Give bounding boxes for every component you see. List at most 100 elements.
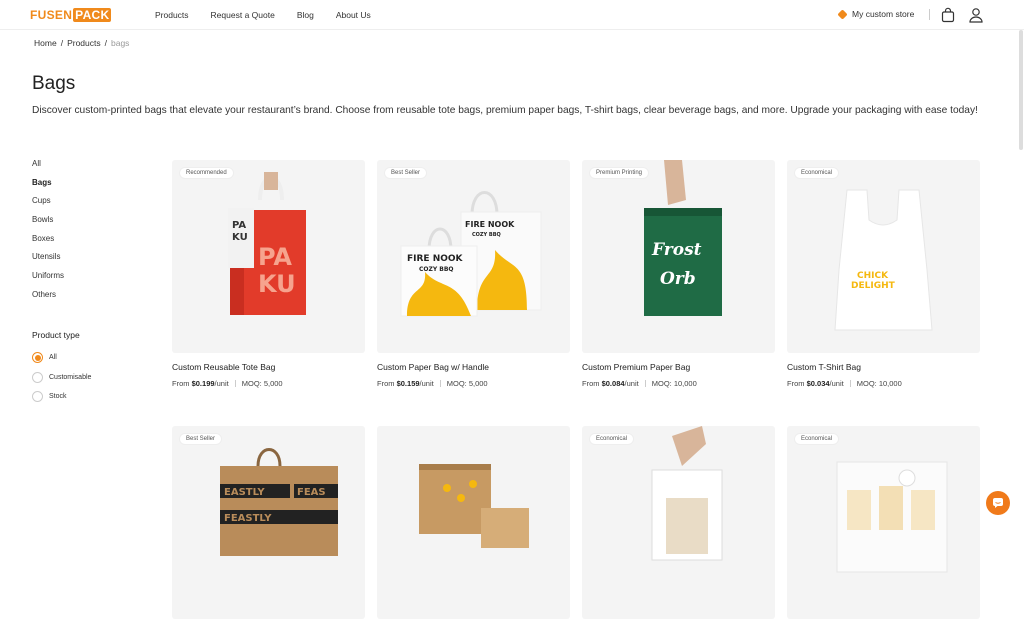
category-bags[interactable]: Bags	[32, 177, 64, 196]
product-badge: Economical	[589, 433, 635, 445]
product-type-filter: Product type All Customisable Stock	[32, 330, 91, 407]
product-type-option-customisable[interactable]: Customisable	[32, 368, 91, 388]
product-name[interactable]: Custom Paper Bag w/ Handle	[377, 362, 570, 372]
premium-bag-illustration: Frost Orb	[644, 160, 722, 316]
price-prefix: From	[172, 379, 192, 388]
product-image[interactable]: Best Seller EASTLY FEAS FEASTLY	[172, 426, 365, 619]
kraft-bag-brand-text: EASTLY	[224, 487, 265, 498]
product-name[interactable]: Custom Reusable Tote Bag	[172, 362, 365, 372]
price-unit: /unit	[624, 379, 639, 388]
divider	[849, 380, 851, 387]
product-card[interactable]: Economical	[582, 426, 775, 619]
breadcrumb-separator: /	[60, 38, 64, 48]
nav-request-quote[interactable]: Request a Quote	[211, 10, 275, 20]
page-description: Discover custom-printed bags that elevat…	[32, 105, 978, 116]
product-badge: Economical	[794, 167, 840, 179]
category-others[interactable]: Others	[32, 289, 64, 308]
product-price: $0.159	[396, 379, 420, 388]
chat-button[interactable]	[986, 491, 1010, 515]
user-account-icon[interactable]	[968, 7, 984, 23]
product-card[interactable]: Best Seller EASTLY FEAS FEASTLY	[172, 426, 365, 619]
product-image[interactable]	[377, 426, 570, 619]
page-scrollbar[interactable]	[1019, 30, 1023, 150]
price-prefix: From	[582, 379, 602, 388]
svg-text:COZY BBQ: COZY BBQ	[419, 266, 454, 273]
product-image[interactable]: Premium Printing Frost Orb	[582, 160, 775, 353]
product-price: $0.034	[806, 379, 830, 388]
kraft-bag-illustration: EASTLY FEAS FEASTLY	[220, 448, 338, 556]
radio-label: Customisable	[49, 373, 92, 381]
product-image[interactable]: Economical	[582, 426, 775, 619]
main-nav: Products Request a Quote Blog About Us	[155, 10, 371, 20]
category-utensils[interactable]: Utensils	[32, 251, 64, 270]
product-badge: Recommended	[179, 167, 234, 179]
price-prefix: From	[787, 379, 807, 388]
product-badge: Best Seller	[384, 167, 428, 179]
radio-empty-icon	[32, 371, 43, 383]
nav-products[interactable]: Products	[155, 10, 189, 20]
paper-bag-illustration: FIRE NOOK COZY BBQ FIRE NOOK COZY BBQ	[400, 191, 542, 317]
product-image[interactable]: Economical	[787, 426, 980, 619]
category-uniforms[interactable]: Uniforms	[32, 270, 64, 289]
product-image[interactable]: Recommended PA KU PA KU	[172, 160, 365, 353]
shopping-bag-icon[interactable]	[940, 7, 956, 23]
price-unit: /unit	[829, 379, 844, 388]
nav-blog[interactable]: Blog	[297, 10, 314, 20]
tote-tag-text: PA	[232, 220, 246, 231]
product-badge: Premium Printing	[589, 167, 650, 179]
tshirt-bag-brand-text: CHICK	[857, 271, 889, 281]
premium-bag-brand-text: Frost	[651, 240, 702, 260]
logo-text-part2: PACK	[73, 8, 112, 22]
top-navigation-bar: FUSEN PACK Products Request a Quote Blog…	[0, 0, 1024, 30]
product-card[interactable]: Economical CHICK DELIGHT Custom T-Shirt …	[787, 160, 980, 388]
tote-bag-illustration: PA KU PA KU	[228, 172, 306, 315]
product-badge: Best Seller	[179, 433, 223, 445]
divider	[234, 380, 236, 387]
product-name[interactable]: Custom T-Shirt Bag	[787, 362, 980, 372]
breadcrumb-products[interactable]: Products	[67, 38, 101, 48]
radio-empty-icon	[32, 391, 43, 403]
product-card[interactable]	[377, 426, 570, 619]
product-moq: MOQ: 5,000	[241, 379, 283, 388]
product-moq: MOQ: 10,000	[651, 379, 697, 388]
product-moq: MOQ: 5,000	[446, 379, 488, 388]
svg-text:DELIGHT: DELIGHT	[851, 281, 896, 291]
radio-label: All	[49, 354, 57, 362]
store-icon	[837, 8, 848, 20]
product-card[interactable]: Premium Printing Frost Orb Custom Premiu…	[582, 160, 775, 388]
product-type-heading: Product type	[32, 330, 80, 340]
product-image[interactable]: Best Seller FIRE NOOK COZY BBQ FIRE NOOK…	[377, 160, 570, 353]
category-cups[interactable]: Cups	[32, 195, 64, 214]
bag-brand-text: FIRE NOOK	[465, 220, 515, 229]
divider	[439, 380, 441, 387]
logo-text-part1: FUSEN	[30, 8, 73, 22]
breadcrumb-home[interactable]: Home	[34, 38, 57, 48]
category-all[interactable]: All	[32, 158, 64, 177]
product-card[interactable]: Best Seller FIRE NOOK COZY BBQ FIRE NOOK…	[377, 160, 570, 388]
product-price-row: From $0.034/unit MOQ: 10,000	[787, 379, 980, 388]
price-unit: /unit	[419, 379, 434, 388]
store-label: My custom store	[852, 9, 915, 19]
page-title: Bags	[32, 73, 76, 94]
breadcrumb-current: bags	[110, 38, 130, 48]
svg-text:Orb: Orb	[660, 269, 696, 289]
product-price: $0.084	[601, 379, 625, 388]
product-type-option-all[interactable]: All	[32, 348, 91, 368]
svg-text:KU: KU	[232, 232, 248, 243]
breadcrumb-separator: /	[104, 38, 107, 48]
product-type-option-stock[interactable]: Stock	[32, 387, 91, 407]
product-card[interactable]: Recommended PA KU PA KU Custom Reusable …	[172, 160, 365, 388]
category-boxes[interactable]: Boxes	[32, 233, 64, 252]
product-card[interactable]: Economical	[787, 426, 980, 619]
tshirt-bag-illustration: CHICK DELIGHT	[834, 189, 933, 331]
category-bowls[interactable]: Bowls	[32, 214, 64, 233]
product-price: $0.199	[191, 379, 215, 388]
nav-about-us[interactable]: About Us	[336, 10, 371, 20]
product-name[interactable]: Custom Premium Paper Bag	[582, 362, 775, 372]
product-image[interactable]: Economical CHICK DELIGHT	[787, 160, 980, 353]
radio-selected-icon	[32, 352, 43, 364]
svg-text:COZY BBQ: COZY BBQ	[472, 232, 501, 238]
price-unit: /unit	[214, 379, 229, 388]
fusenpack-logo[interactable]: FUSEN PACK	[30, 8, 112, 22]
my-custom-store-link[interactable]: My custom store	[837, 8, 915, 20]
